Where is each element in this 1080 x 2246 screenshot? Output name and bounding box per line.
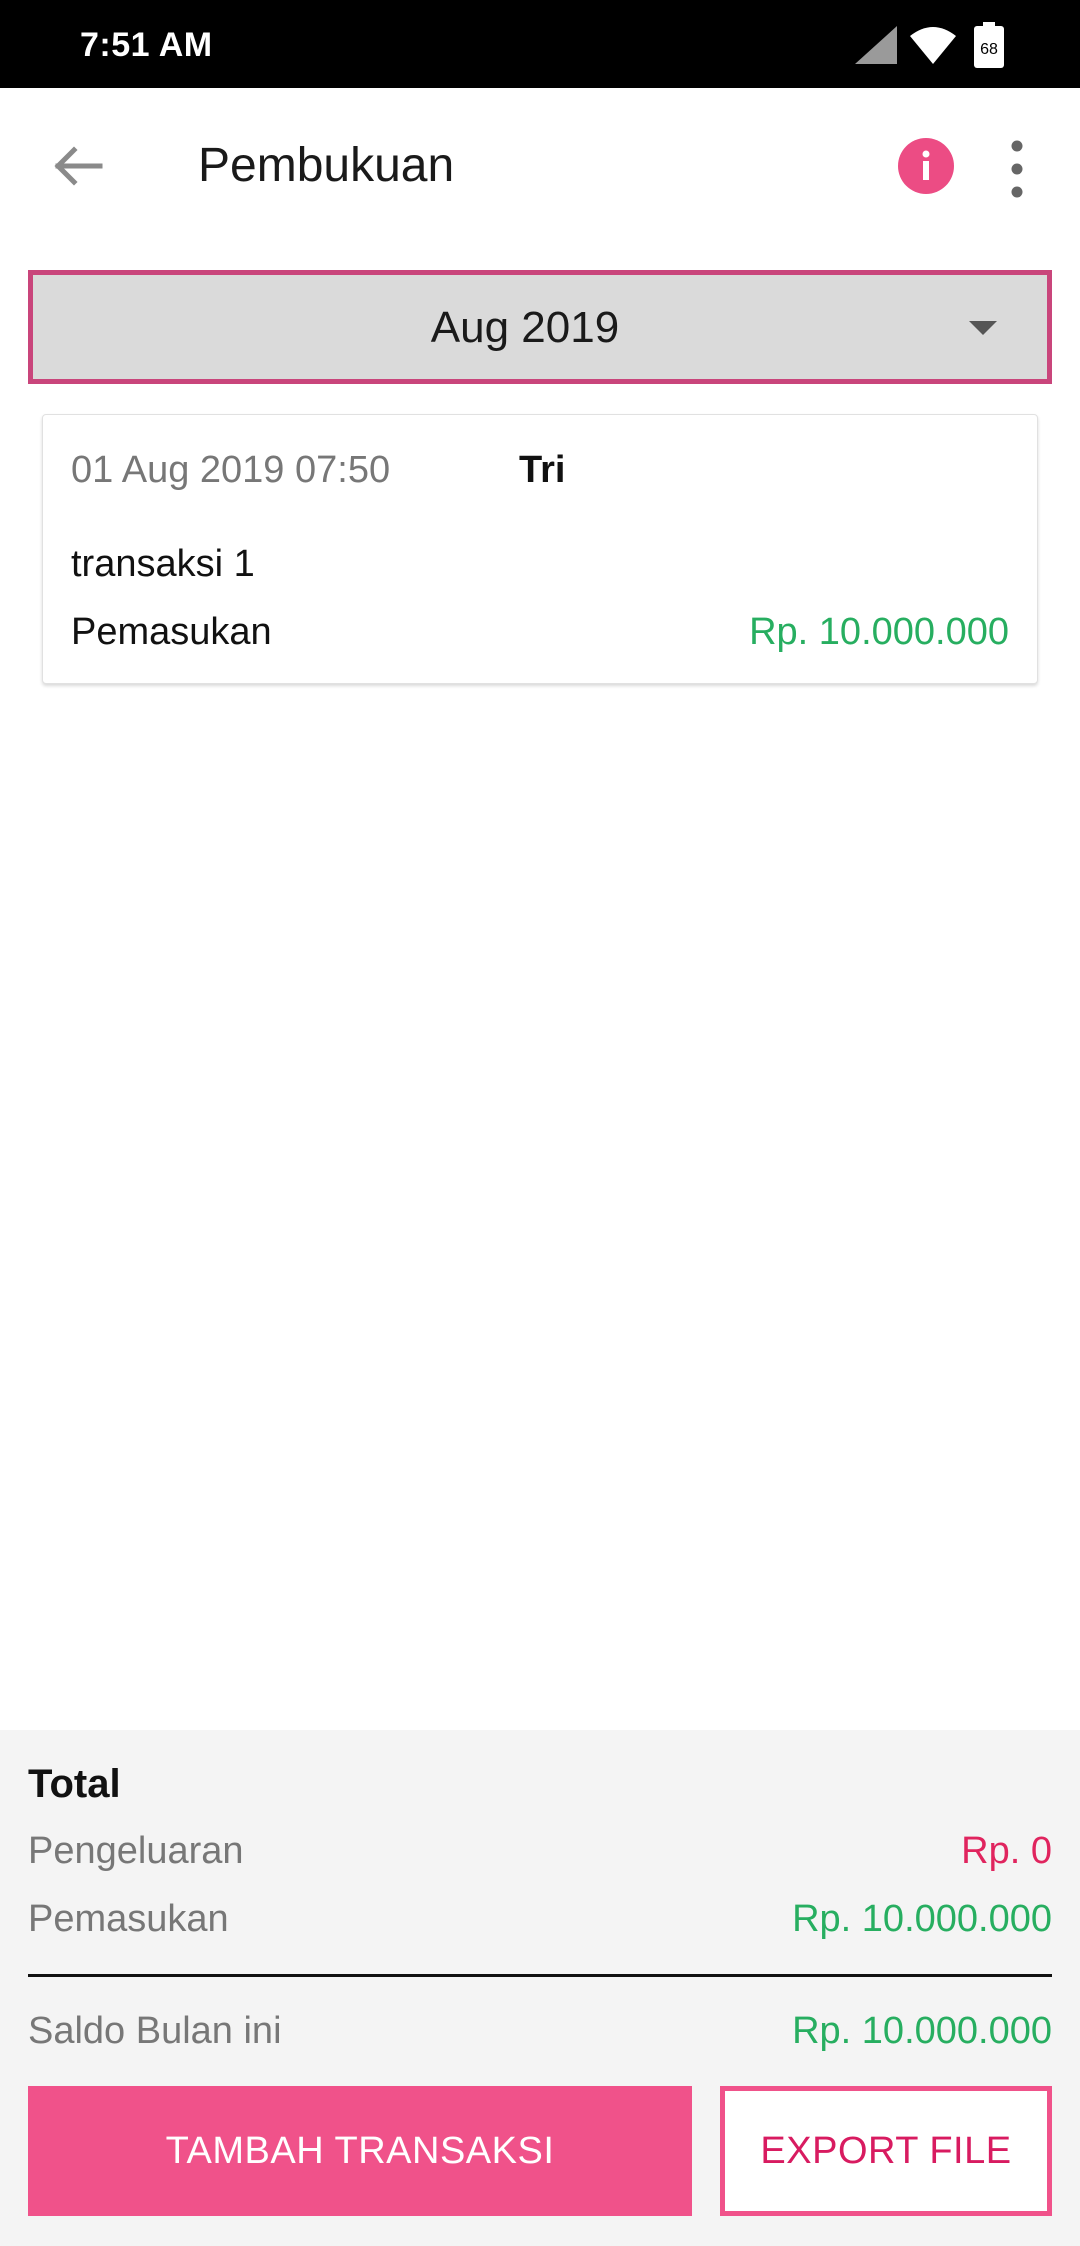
balance-value: Rp. 10.000.000 <box>792 2010 1052 2052</box>
month-value: Aug 2019 <box>430 303 620 352</box>
transaction-card[interactable]: 01 Aug 2019 07:50 Tri transaksi 1 Pemasu… <box>42 414 1038 684</box>
app-bar: Pembukuan <box>0 88 1080 248</box>
month-dropdown[interactable]: Aug 2019 <box>28 270 1052 384</box>
transaction-datetime: 01 Aug 2019 07:50 <box>71 449 391 491</box>
back-arrow-icon <box>54 146 103 186</box>
status-bar: 7:51 AM 68 <box>0 0 1080 88</box>
wifi-icon <box>910 27 956 64</box>
expense-value: Rp. 0 <box>961 1830 1052 1872</box>
income-label: Pemasukan <box>28 1898 229 1940</box>
summary-divider <box>28 1974 1052 1977</box>
status-time: 7:51 AM <box>80 26 213 64</box>
transaction-user: Tri <box>519 449 566 491</box>
transaction-amount: Rp. 10.000.000 <box>749 611 1009 653</box>
back-button[interactable] <box>40 128 116 204</box>
more-options-button[interactable] <box>996 138 1038 200</box>
income-value: Rp. 10.000.000 <box>792 1898 1052 1940</box>
add-transaction-button[interactable]: TAMBAH TRANSAKSI <box>28 2086 692 2216</box>
battery-icon: 68 <box>974 22 1004 68</box>
transaction-description: transaksi 1 <box>71 543 255 585</box>
expense-label: Pengeluaran <box>28 1830 244 1872</box>
status-icons: 68 <box>780 0 1080 88</box>
dropdown-caret-icon <box>969 321 997 335</box>
transaction-type: Pemasukan <box>71 611 272 653</box>
export-file-button[interactable]: EXPORT FILE <box>720 2086 1052 2216</box>
page-title: Pembukuan <box>198 139 455 192</box>
screen: 7:51 AM 68 Pembukuan Aug 2019 01 Aug 201… <box>0 0 1080 2246</box>
info-button[interactable] <box>898 138 954 194</box>
info-icon <box>922 150 930 180</box>
signal-icon <box>855 26 897 64</box>
more-vert-icon <box>1011 140 1023 198</box>
battery-level: 68 <box>980 41 998 58</box>
balance-label: Saldo Bulan ini <box>28 2010 282 2052</box>
summary-panel: Total Pengeluaran Rp. 0 Pemasukan Rp. 10… <box>0 1730 1080 2246</box>
summary-title: Total <box>28 1762 121 1806</box>
